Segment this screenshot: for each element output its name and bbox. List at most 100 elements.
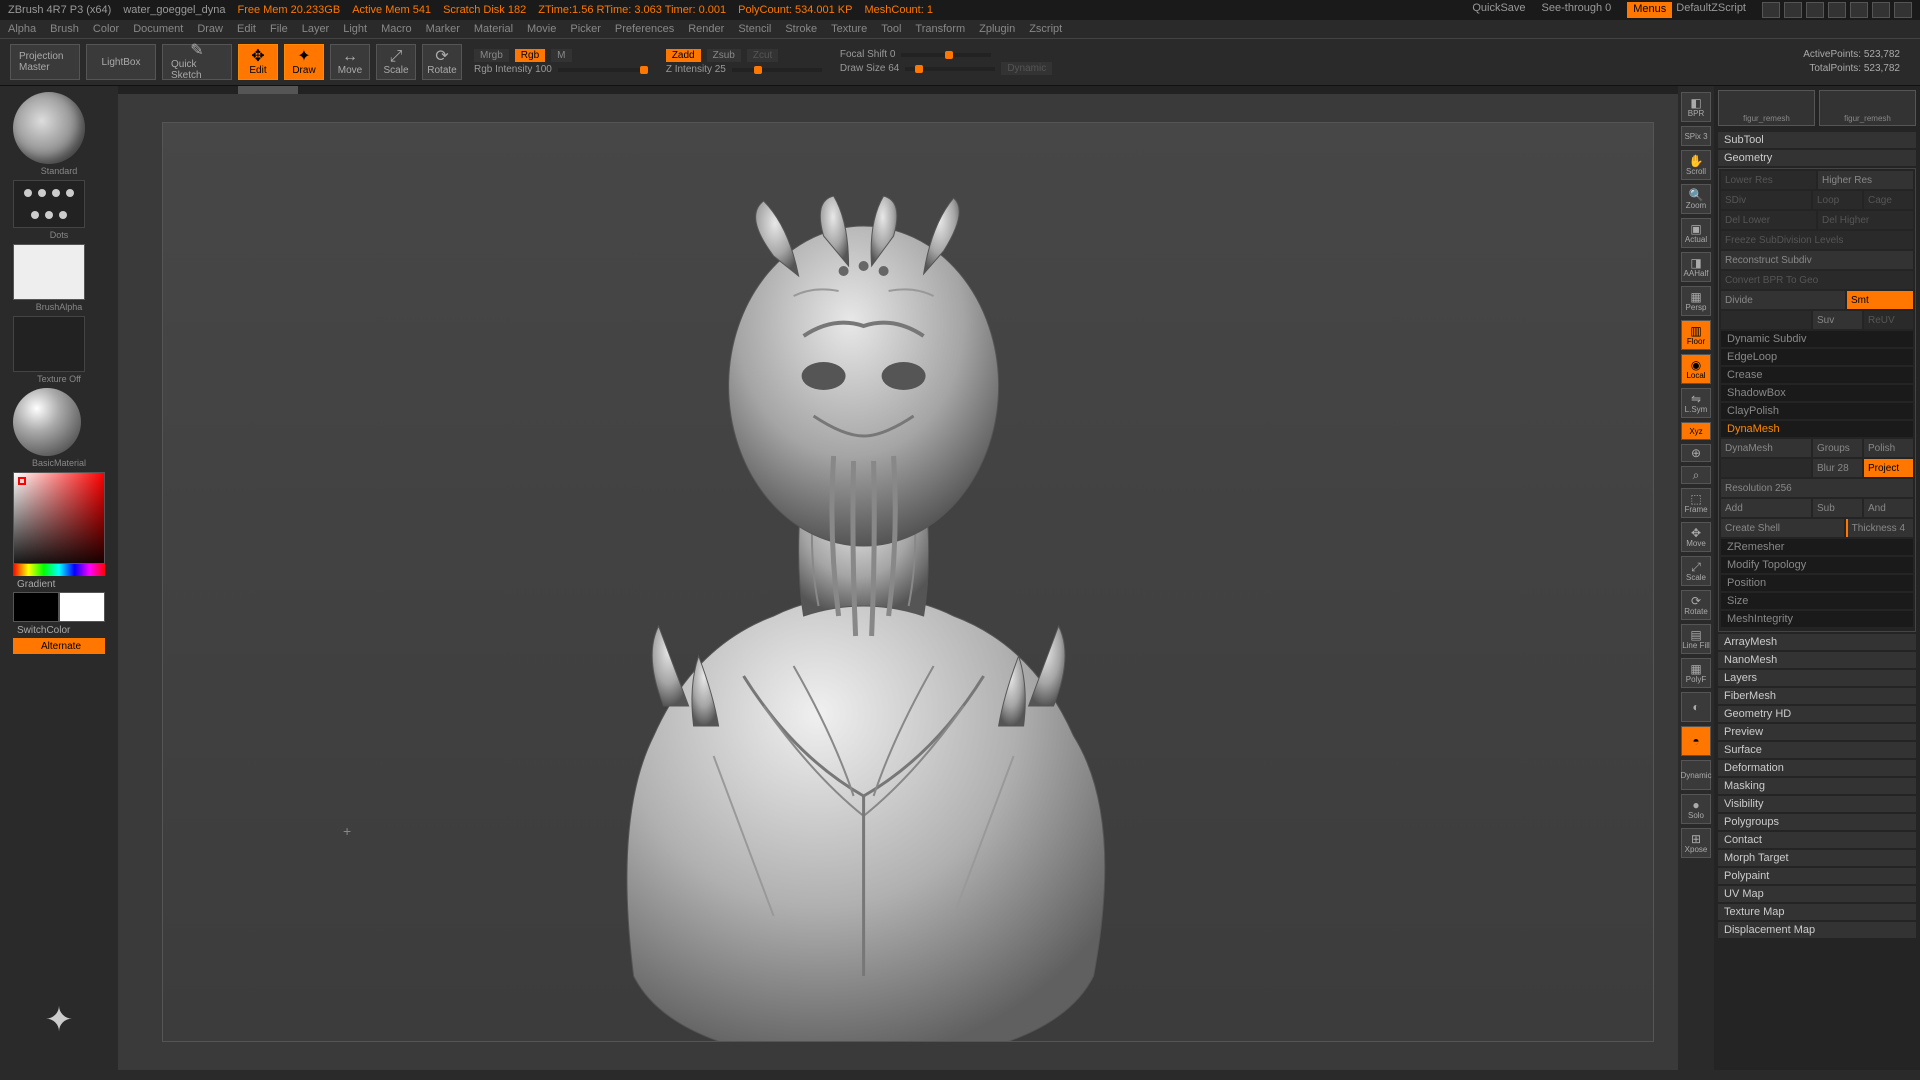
horizontal-scrollbar[interactable] xyxy=(118,86,1678,94)
nav-rotate-button[interactable]: ⟳Rotate xyxy=(1681,590,1711,620)
nav-spacer-2[interactable]: ⌕ xyxy=(1681,466,1711,484)
polyf-button[interactable]: ▦PolyF xyxy=(1681,658,1711,688)
reuv-button[interactable]: ReUV xyxy=(1864,311,1913,329)
floor-button[interactable]: ▥Floor xyxy=(1681,320,1711,350)
modify-topology-header[interactable]: Modify Topology xyxy=(1721,557,1913,573)
chevron-right-icon[interactable] xyxy=(1784,2,1802,18)
alpha-picker[interactable] xyxy=(13,244,85,300)
ghost-button[interactable]: ◓ xyxy=(1681,726,1711,756)
color-picker[interactable] xyxy=(13,472,105,564)
del-higher-button[interactable]: Del Higher xyxy=(1818,211,1913,229)
rgb-button[interactable]: Rgb xyxy=(515,49,545,62)
viewport[interactable]: + xyxy=(162,122,1654,1042)
zsub-button[interactable]: Zsub xyxy=(707,49,741,62)
subtool-header[interactable]: SubTool xyxy=(1718,132,1916,148)
menu-texture[interactable]: Texture xyxy=(831,23,867,35)
cage-button[interactable]: Cage xyxy=(1864,191,1913,209)
nav-spacer-1[interactable]: ⊕ xyxy=(1681,444,1711,462)
menu-render[interactable]: Render xyxy=(688,23,724,35)
mrgb-button[interactable]: Mrgb xyxy=(474,49,509,62)
dynamesh-header[interactable]: DynaMesh xyxy=(1721,421,1913,437)
hue-strip[interactable] xyxy=(13,564,105,576)
edgeloop-header[interactable]: EdgeLoop xyxy=(1721,349,1913,365)
quicksave-button[interactable]: QuickSave xyxy=(1472,2,1525,18)
convert-bpr-button[interactable]: Convert BPR To Geo xyxy=(1721,271,1913,289)
menu-alpha[interactable]: Alpha xyxy=(8,23,36,35)
size-header[interactable]: Size xyxy=(1721,593,1913,609)
menu-color[interactable]: Color xyxy=(93,23,119,35)
spix-slider[interactable]: SPix 3 xyxy=(1681,126,1711,146)
quicksketch-button[interactable]: ✎Quick Sketch xyxy=(162,44,232,80)
morphtarget-header[interactable]: Morph Target xyxy=(1718,850,1916,866)
solo-button[interactable]: ●Solo xyxy=(1681,794,1711,824)
menu-transform[interactable]: Transform xyxy=(915,23,965,35)
fibermesh-header[interactable]: FiberMesh xyxy=(1718,688,1916,704)
and-button[interactable]: And xyxy=(1864,499,1913,517)
polypaint-header[interactable]: Polypaint xyxy=(1718,868,1916,884)
create-shell-button[interactable]: Create Shell xyxy=(1721,519,1844,537)
smt-button[interactable]: Smt xyxy=(1847,291,1913,309)
arraymesh-header[interactable]: ArrayMesh xyxy=(1718,634,1916,650)
blur-slider[interactable]: Blur 28 xyxy=(1813,459,1862,477)
dynamesh-button[interactable]: DynaMesh xyxy=(1721,439,1811,457)
gradient-button[interactable]: Gradient xyxy=(13,576,105,592)
nav-move-button[interactable]: ✥Move xyxy=(1681,522,1711,552)
menu-brush[interactable]: Brush xyxy=(50,23,79,35)
meshintegrity-header[interactable]: MeshIntegrity xyxy=(1721,611,1913,627)
menu-draw[interactable]: Draw xyxy=(197,23,223,35)
zoom-button[interactable]: 🔍Zoom xyxy=(1681,184,1711,214)
alternate-button[interactable]: Alternate xyxy=(13,638,105,654)
position-header[interactable]: Position xyxy=(1721,575,1913,591)
deformation-header[interactable]: Deformation xyxy=(1718,760,1916,776)
rotate-button[interactable]: ⟳Rotate xyxy=(422,44,462,80)
suv-button[interactable]: Suv xyxy=(1813,311,1862,329)
menu-stencil[interactable]: Stencil xyxy=(738,23,771,35)
nanomesh-header[interactable]: NanoMesh xyxy=(1718,652,1916,668)
tool-preset-2[interactable]: figur_remesh xyxy=(1819,90,1916,126)
del-lower-button[interactable]: Del Lower xyxy=(1721,211,1816,229)
bpr-button[interactable]: ◧BPR xyxy=(1681,92,1711,122)
crease-header[interactable]: Crease xyxy=(1721,367,1913,383)
menu-edit[interactable]: Edit xyxy=(237,23,256,35)
minimize-icon[interactable] xyxy=(1872,2,1890,18)
claypolish-header[interactable]: ClayPolish xyxy=(1721,403,1913,419)
add-button[interactable]: Add xyxy=(1721,499,1811,517)
masking-header[interactable]: Masking xyxy=(1718,778,1916,794)
scroll-button[interactable]: ✋Scroll xyxy=(1681,150,1711,180)
focal-shift-slider[interactable] xyxy=(901,53,991,57)
reconstruct-button[interactable]: Reconstruct Subdiv xyxy=(1721,251,1913,269)
menu-light[interactable]: Light xyxy=(343,23,367,35)
layers-header[interactable]: Layers xyxy=(1718,670,1916,686)
menu-preferences[interactable]: Preferences xyxy=(615,23,674,35)
menu-document[interactable]: Document xyxy=(133,23,183,35)
resolution-slider[interactable]: Resolution 256 xyxy=(1721,479,1913,497)
project-button[interactable]: Project xyxy=(1864,459,1913,477)
seethrough-slider[interactable]: See-through 0 xyxy=(1542,2,1612,18)
surface-header[interactable]: Surface xyxy=(1718,742,1916,758)
menu-zscript[interactable]: Zscript xyxy=(1029,23,1062,35)
menu-macro[interactable]: Macro xyxy=(381,23,412,35)
move-button[interactable]: ↔Move xyxy=(330,44,370,80)
edit-button[interactable]: ✥Edit xyxy=(238,44,278,80)
m-button[interactable]: M xyxy=(551,49,571,62)
lightbox-button[interactable]: LightBox xyxy=(86,44,156,80)
polish-button[interactable]: Polish xyxy=(1864,439,1913,457)
menu-marker[interactable]: Marker xyxy=(426,23,460,35)
stroke-picker[interactable] xyxy=(13,180,85,228)
polygroups-header[interactable]: Polygroups xyxy=(1718,814,1916,830)
rgb-intensity-slider[interactable] xyxy=(558,68,648,72)
menu-tool[interactable]: Tool xyxy=(881,23,901,35)
higher-res-button[interactable]: Higher Res xyxy=(1818,171,1913,189)
xyz-button[interactable]: Xyz xyxy=(1681,422,1711,440)
groups-button[interactable]: Groups xyxy=(1813,439,1862,457)
menu-movie[interactable]: Movie xyxy=(527,23,556,35)
home-icon[interactable] xyxy=(1806,2,1824,18)
divide-button[interactable]: Divide xyxy=(1721,291,1845,309)
draw-size-slider[interactable] xyxy=(905,67,995,71)
lsym-button[interactable]: ⇋L.Sym xyxy=(1681,388,1711,418)
menu-picker[interactable]: Picker xyxy=(570,23,601,35)
projection-master-button[interactable]: Projection Master xyxy=(10,44,80,80)
close-icon[interactable] xyxy=(1894,2,1912,18)
loop-button[interactable]: Loop xyxy=(1813,191,1862,209)
dynamic-subdiv-header[interactable]: Dynamic Subdiv xyxy=(1721,331,1913,347)
